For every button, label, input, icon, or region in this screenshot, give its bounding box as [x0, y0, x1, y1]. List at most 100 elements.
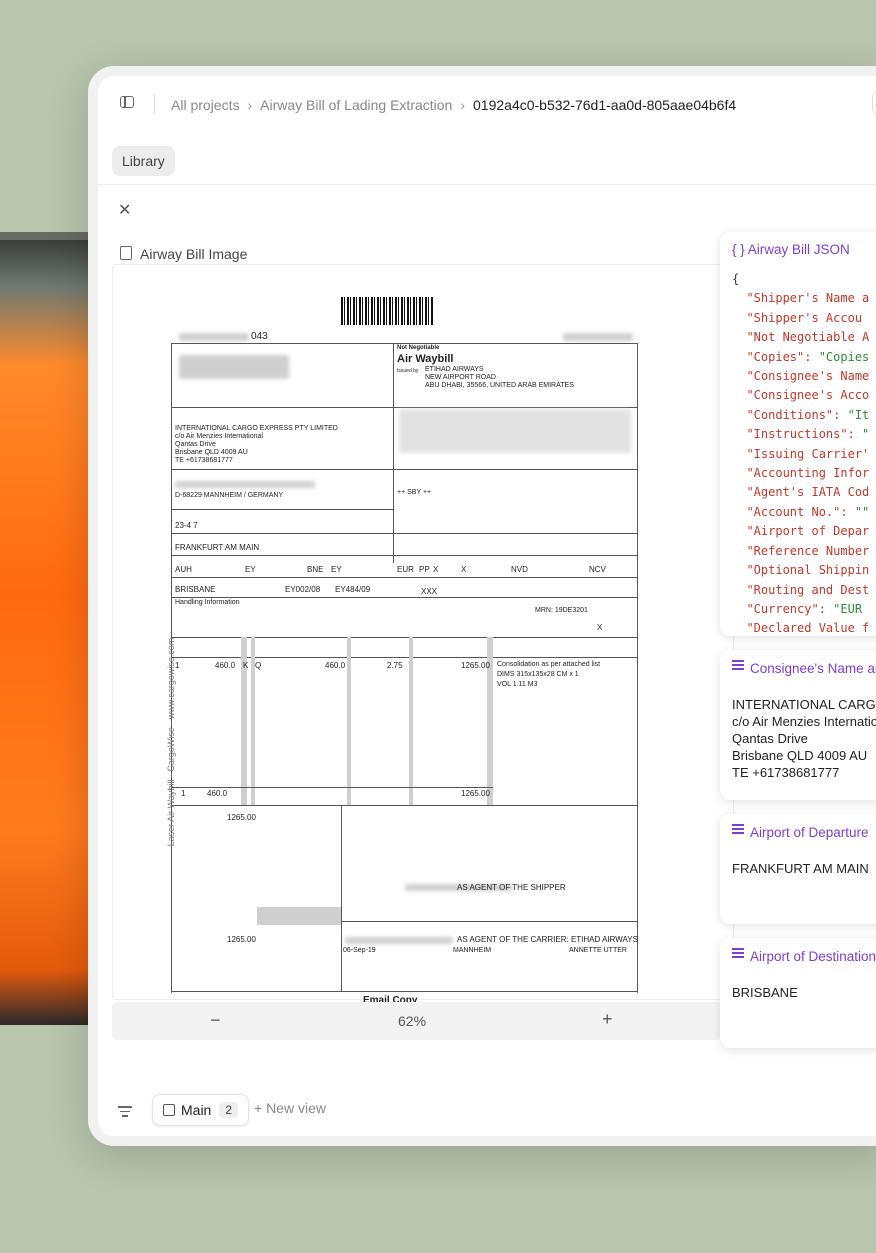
rate-class: Q — [255, 661, 262, 670]
filter-icon[interactable] — [118, 1106, 132, 1120]
document-icon — [120, 246, 132, 260]
conditions-text — [399, 409, 631, 453]
rule — [171, 805, 637, 806]
json-key: "Consignee's Name — [746, 369, 870, 384]
declared-value-customs: NCV — [589, 565, 606, 574]
departure-airport: FRANKFURT AM MAIN — [175, 543, 260, 552]
json-key: "Shipper's Name a — [746, 291, 870, 306]
json-open-brace: { — [732, 272, 740, 286]
airway-bill-image-panel: Airway Bill Image 043 Not Negotiable Air… — [112, 232, 734, 1042]
json-value: " — [862, 427, 870, 442]
total-charge: 1265.00 — [461, 789, 490, 798]
view-tab-main[interactable]: Main 2 — [152, 1094, 250, 1126]
json-key: "Accounting Infor — [746, 466, 870, 481]
panel-title-text: Airway Bill Image — [140, 246, 248, 262]
execution-place: MANNHEIM — [453, 947, 492, 954]
close-icon[interactable]: ✕ — [118, 200, 131, 220]
redacted-carrier-signature — [345, 937, 453, 944]
consignee-card[interactable]: Consignee's Name and Address INTERNATION… — [720, 650, 876, 800]
departure-card-value: FRANKFURT AM MAIN — [732, 861, 869, 876]
routing-carrier: EY — [245, 565, 256, 574]
library-button[interactable]: Library — [112, 146, 175, 176]
iata-code: 23-4 7 — [175, 521, 198, 530]
sidebar-toggle-icon[interactable] — [120, 96, 134, 108]
json-line: "Currency": "EUR — [732, 600, 869, 619]
carrier-address-1: NEW AIRPORT ROAD — [425, 374, 496, 381]
sci-mark: X — [597, 623, 603, 632]
destination-card-title: Airport of Destination — [732, 948, 876, 964]
weight-charge-prepaid: 1265.00 — [227, 813, 256, 822]
app-window: All projects › Airway Bill of Lading Extra… — [88, 66, 876, 1146]
chevron-right-icon: › — [247, 97, 253, 113]
rule — [171, 469, 637, 470]
departure-card[interactable]: Airport of Departure FRANKFURT AM MAIN — [720, 814, 876, 924]
barcode — [341, 297, 433, 325]
json-line: "Accounting Infor — [732, 464, 869, 483]
breadcrumb-all-projects[interactable]: All projects — [171, 97, 239, 113]
view-tab-label: Main — [181, 1102, 212, 1118]
rule — [637, 343, 638, 993]
total-prepaid: 1265.00 — [227, 935, 256, 944]
awb-number: 043 — [251, 331, 268, 342]
json-line: "Consignee's Acco — [732, 386, 869, 405]
json-line: "Instructions": " — [732, 425, 869, 444]
json-line: "Declared Value f — [732, 619, 869, 636]
rule — [341, 921, 637, 922]
zoom-in-button[interactable]: + — [602, 1009, 613, 1030]
accounting-info: ++ SBY ++ — [397, 489, 432, 496]
carrier-address-2: ABU DHABI, 35566, UNITED ARAB EMIRATES — [425, 382, 574, 389]
json-card-title: { } Airway Bill JSON — [732, 242, 850, 257]
json-line: "Shipper's Accou — [732, 309, 869, 328]
consignee-card-line: Brisbane QLD 4009 AU — [732, 748, 868, 763]
rule — [171, 577, 637, 578]
json-key: "Shipper's Accou — [746, 310, 863, 325]
json-line: "Account No.": "" — [732, 503, 869, 522]
waybill-document: 043 Not Negotiable Air Waybill Issued by… — [166, 297, 639, 1017]
json-line: "Shipper's Name a — [732, 289, 869, 308]
json-line: "Airport of Depar — [732, 522, 869, 541]
json-key: "Declared Value f — [746, 621, 870, 636]
breadcrumb-project[interactable]: Airway Bill of Lading Extraction — [260, 97, 452, 113]
consignee-card-line: TE +61738681777 — [732, 765, 840, 780]
goods-line-2: DIMS 315x135x28 CM x 1 — [497, 671, 579, 678]
json-line: "Routing and Dest — [732, 581, 869, 600]
destination-airport: BRISBANE — [175, 585, 216, 594]
table-shading — [257, 907, 341, 925]
agent-city: D-68229 MANNHEIM / GERMANY — [175, 492, 284, 499]
destination-card[interactable]: Airport of Destination BRISBANE — [720, 938, 876, 1048]
json-line: "Reference Number — [732, 542, 869, 561]
weight-unit: K — [243, 661, 249, 670]
rule — [171, 533, 637, 534]
rule — [171, 787, 493, 788]
carrier-name: ETIHAD AIRWAYS — [425, 366, 484, 373]
json-line: "Copies": "Copies — [732, 348, 869, 367]
json-value: "" — [854, 504, 870, 519]
titlebar-action-button[interactable] — [872, 90, 876, 116]
agent-of-carrier: AS AGENT OF THE CARRIER: ETIHAD AIRWAYS — [457, 935, 638, 944]
breadcrumb-current: 0192a4c0-b532-76d1-aa0d-805aae04b6f4 — [473, 97, 737, 113]
panel-title: Airway Bill Image — [120, 246, 247, 262]
consignee-line-1: INTERNATIONAL CARGO EXPRESS PTY LIMITED — [175, 425, 338, 432]
table-icon — [163, 1104, 175, 1116]
json-card[interactable]: { } Airway Bill JSON { "Shipper's Name a… — [720, 232, 876, 636]
json-key: "Airport of Depar — [746, 524, 870, 539]
ppd: PP — [419, 565, 430, 574]
destination-card-title-text: Airport of Destination — [750, 949, 876, 964]
new-view-button[interactable]: + New view — [254, 1100, 326, 1116]
consignee-card-title: Consignee's Name and Address — [732, 660, 876, 676]
braces-icon: { } — [732, 242, 745, 257]
json-value: "Copies — [818, 349, 870, 364]
json-line: "Consignee's Name — [732, 367, 869, 386]
consignee-line-5: TE +61738681777 — [175, 457, 233, 464]
consignee-line-4: Brisbane QLD 4009 AU — [175, 449, 248, 456]
flight-2: EY484/09 — [335, 585, 371, 594]
airway-bill-image[interactable]: 043 Not Negotiable Air Waybill Issued by… — [112, 264, 734, 1006]
rate: 2.75 — [387, 661, 403, 670]
list-icon — [732, 660, 744, 672]
line-total: 1265.00 — [461, 661, 490, 670]
json-line: "Not Negotiable A — [732, 328, 869, 347]
zoom-out-button[interactable]: − — [210, 1010, 221, 1031]
json-content[interactable]: { "Shipper's Name a "Shipper's Accou "No… — [732, 270, 869, 636]
json-card-title-text: Airway Bill JSON — [747, 242, 850, 257]
json-key: "Routing and Dest — [746, 582, 870, 597]
